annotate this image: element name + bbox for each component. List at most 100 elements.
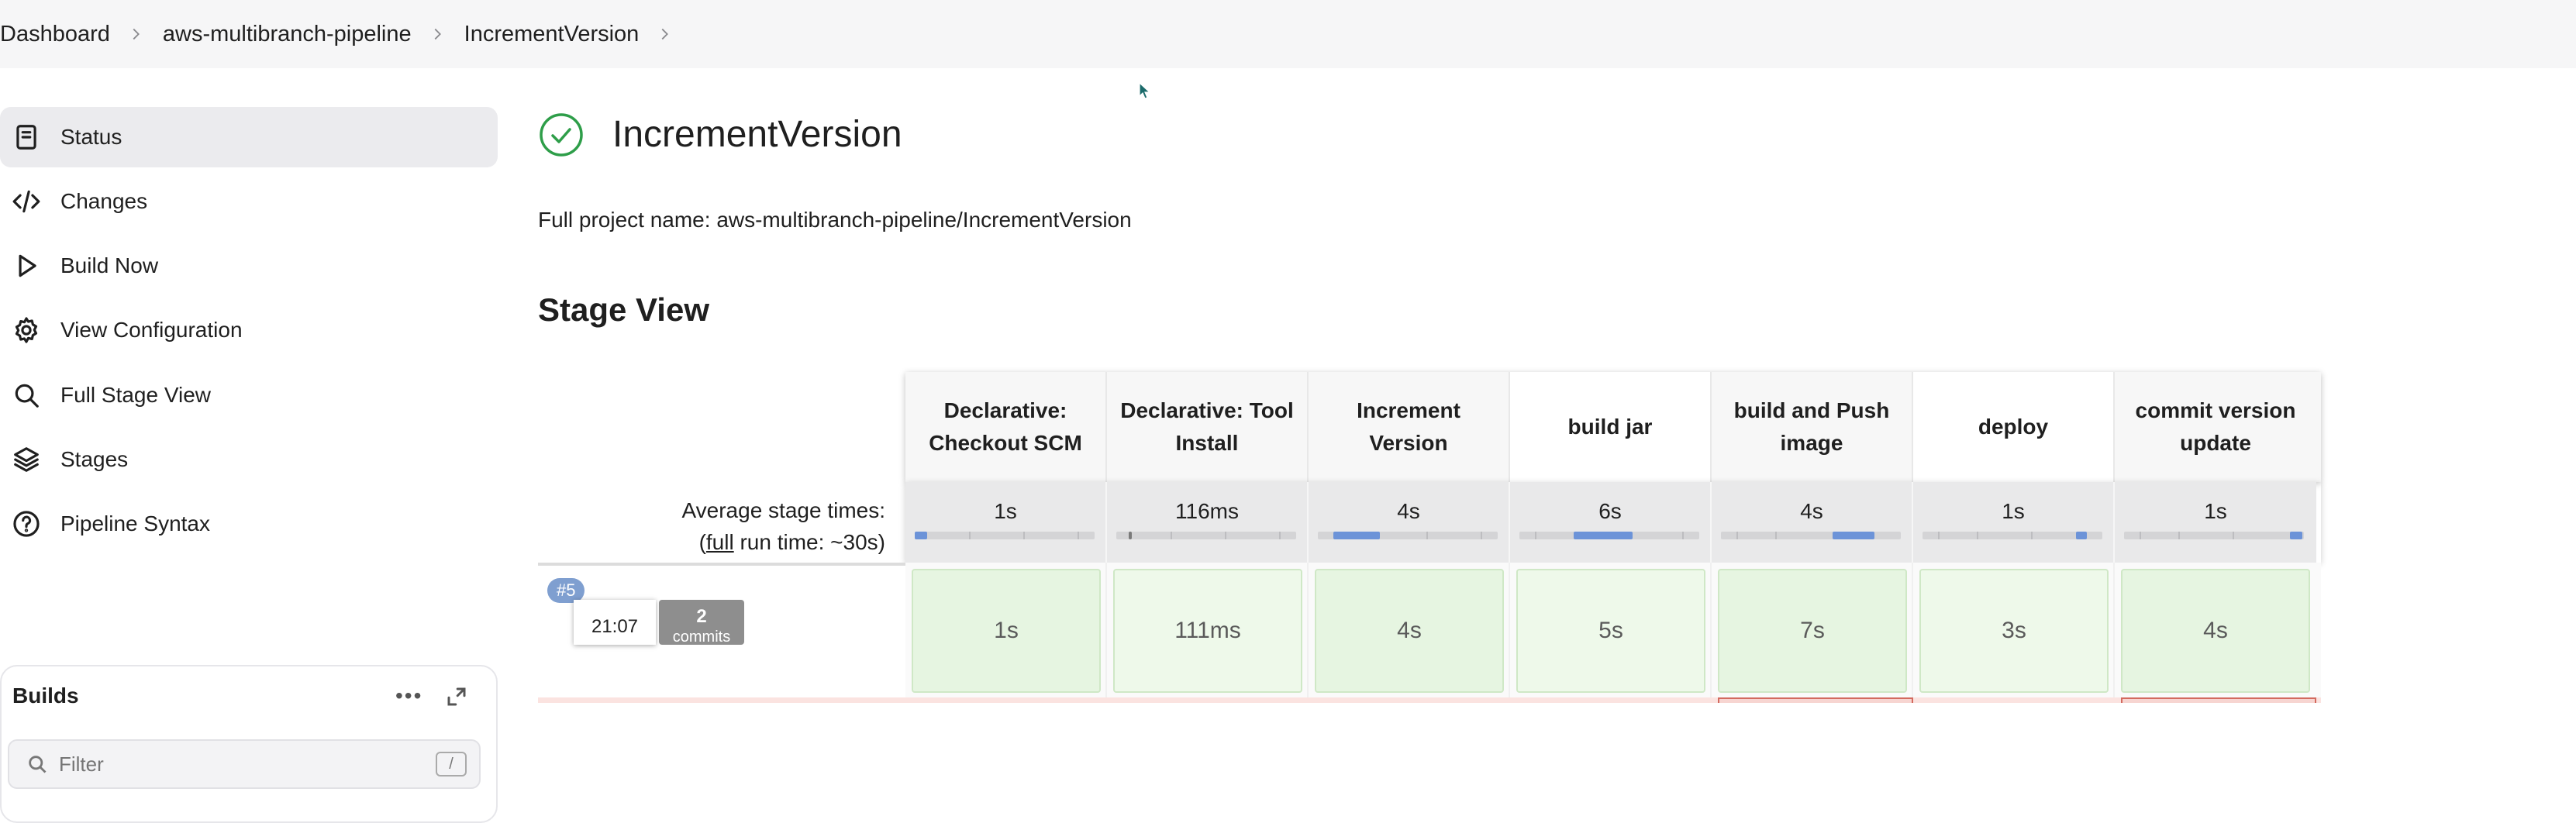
failed-stage-cell[interactable] — [1718, 697, 1913, 703]
avg-time-cell: 116ms — [1107, 482, 1309, 563]
sidebar-item-pipeline-syntax[interactable]: Pipeline Syntax — [0, 494, 498, 554]
sidebar-item-label: View Configuration — [60, 318, 243, 342]
breadcrumb-branch[interactable]: IncrementVersion — [464, 22, 640, 47]
avg-time-value: 116ms — [1175, 499, 1239, 523]
play-icon — [11, 250, 42, 281]
stage-header: commit version update — [2135, 398, 2296, 455]
avg-time-value: 4s — [1397, 499, 1420, 523]
avg-time-cell: 1s — [905, 482, 1107, 563]
breadcrumb-dashboard[interactable]: Dashboard — [0, 22, 110, 47]
avg-label-line1: Average stage times: — [681, 498, 885, 522]
avg-label-line2: (full run time: ~30s) — [543, 526, 885, 558]
full-run-time-link[interactable]: full — [706, 530, 734, 554]
mouse-pointer-icon — [1139, 81, 1153, 101]
stage-duration: 7s — [1718, 569, 1907, 693]
sidebar: Status Changes Build Now View Configurat… — [0, 68, 504, 823]
avg-time-cell: 4s — [1712, 482, 1913, 563]
stage-header: Declarative: Tool Install — [1107, 372, 1309, 482]
chevron-right-icon — [127, 26, 144, 43]
stage-result-cell[interactable]: 7s — [1712, 563, 1913, 703]
average-stage-times-label: Average stage times: (full run time: ~30… — [543, 494, 885, 558]
document-icon — [11, 122, 42, 153]
avg-time-cell: 6s — [1510, 482, 1712, 563]
avg-time-cell: 1s — [2115, 482, 2316, 563]
avg-progress-bar — [1519, 532, 1699, 539]
layers-icon — [11, 444, 42, 475]
commits-badge[interactable]: 2 commits — [659, 600, 744, 645]
sidebar-item-label: Build Now — [60, 253, 159, 277]
search-icon — [29, 756, 47, 773]
avg-progress-bar — [1923, 532, 2102, 539]
build-info: #5 21:07 2 commits — [538, 563, 905, 703]
stage-header: build jar — [1510, 372, 1712, 482]
builds-title: Builds — [12, 684, 79, 708]
avg-progress-bar — [2124, 532, 2304, 539]
breadcrumb: Dashboard aws-multibranch-pipeline Incre… — [0, 0, 2576, 68]
success-status-icon — [538, 112, 585, 158]
avg-progress-bar — [1721, 532, 1901, 539]
stage-result-cell[interactable]: 111ms — [1107, 563, 1309, 703]
stage-header: deploy — [1913, 372, 2115, 482]
sidebar-item-view-configuration[interactable]: View Configuration — [0, 300, 498, 360]
sidebar-item-label: Full Stage View — [60, 383, 212, 407]
avg-time-value: 1s — [2204, 499, 2227, 523]
stage-result-cell[interactable]: 5s — [1510, 563, 1712, 703]
average-times-row: 1s 116ms 4s 6s 4s 1s 1s — [905, 482, 2321, 563]
stage-result-cell[interactable]: 4s — [1309, 563, 1510, 703]
filter-shortcut-key: / — [436, 752, 467, 777]
gear-icon — [11, 315, 42, 346]
stage-duration: 1s — [912, 569, 1101, 693]
avg-time-value: 6s — [1598, 499, 1622, 523]
avg-label-prefix: ( — [698, 530, 706, 554]
next-build-run-row — [538, 697, 2321, 703]
expand-icon[interactable] — [445, 685, 468, 708]
build-run-row: #5 21:07 2 commits 1s 111ms 4s 5s 7s 3s … — [538, 563, 2321, 703]
avg-time-value: 4s — [1800, 499, 1823, 523]
failed-stage-cell[interactable] — [2121, 697, 2316, 703]
chevron-right-icon[interactable] — [656, 26, 673, 43]
avg-time-cell: 4s — [1309, 482, 1510, 563]
builds-filter[interactable]: / — [8, 739, 481, 789]
avg-label-suffix: run time: ~30s) — [733, 530, 885, 554]
stage-result-cell[interactable]: 4s — [2115, 563, 2316, 703]
sidebar-item-label: Pipeline Syntax — [60, 511, 211, 535]
stage-result-cell[interactable]: 3s — [1913, 563, 2115, 703]
sidebar-item-status[interactable]: Status — [0, 107, 498, 167]
sidebar-item-label: Stages — [60, 447, 129, 471]
full-project-name: Full project name: aws-multibranch-pipel… — [538, 208, 1132, 232]
stage-header: build and Push image — [1712, 372, 1913, 482]
stage-header-row: Declarative: Checkout SCM Declarative: T… — [905, 372, 2321, 482]
avg-time-value: 1s — [994, 499, 1017, 523]
sidebar-item-label: Changes — [60, 189, 148, 213]
sidebar-item-label: Status — [60, 125, 122, 149]
sidebar-item-changes[interactable]: Changes — [0, 171, 498, 232]
avg-time-cell: 1s — [1913, 482, 2115, 563]
stage-duration: 5s — [1516, 569, 1705, 693]
builds-panel: Builds ••• / — [0, 665, 498, 823]
avg-progress-bar — [915, 532, 1095, 539]
stage-header: Increment Version — [1309, 372, 1510, 482]
stage-duration: 3s — [1919, 569, 2109, 693]
chevron-right-icon — [429, 26, 446, 43]
breadcrumb-pipeline[interactable]: aws-multibranch-pipeline — [163, 22, 412, 47]
sidebar-item-build-now[interactable]: Build Now — [0, 236, 498, 296]
more-options-icon[interactable]: ••• — [395, 684, 422, 708]
commits-label: commits — [672, 628, 731, 645]
commits-count: 2 — [696, 606, 707, 627]
stage-view-title: Stage View — [538, 291, 709, 328]
code-icon — [11, 186, 42, 217]
sidebar-item-stages[interactable]: Stages — [0, 429, 498, 490]
sidebar-item-full-stage-view[interactable]: Full Stage View — [0, 365, 498, 425]
stage-duration: 111ms — [1113, 569, 1302, 693]
stage-result-cells: 1s 111ms 4s 5s 7s 3s 4s — [905, 563, 2321, 703]
search-icon — [11, 380, 42, 411]
filter-input[interactable] — [57, 751, 417, 777]
stage-duration: 4s — [2121, 569, 2310, 693]
stage-duration: 4s — [1315, 569, 1504, 693]
avg-progress-bar — [1116, 532, 1296, 539]
stage-header: Declarative: Checkout SCM — [905, 372, 1107, 482]
avg-progress-bar — [1318, 532, 1498, 539]
stage-result-cell[interactable]: 1s — [905, 563, 1107, 703]
avg-time-value: 1s — [2002, 499, 2025, 523]
build-time: 21:07 — [574, 600, 656, 645]
